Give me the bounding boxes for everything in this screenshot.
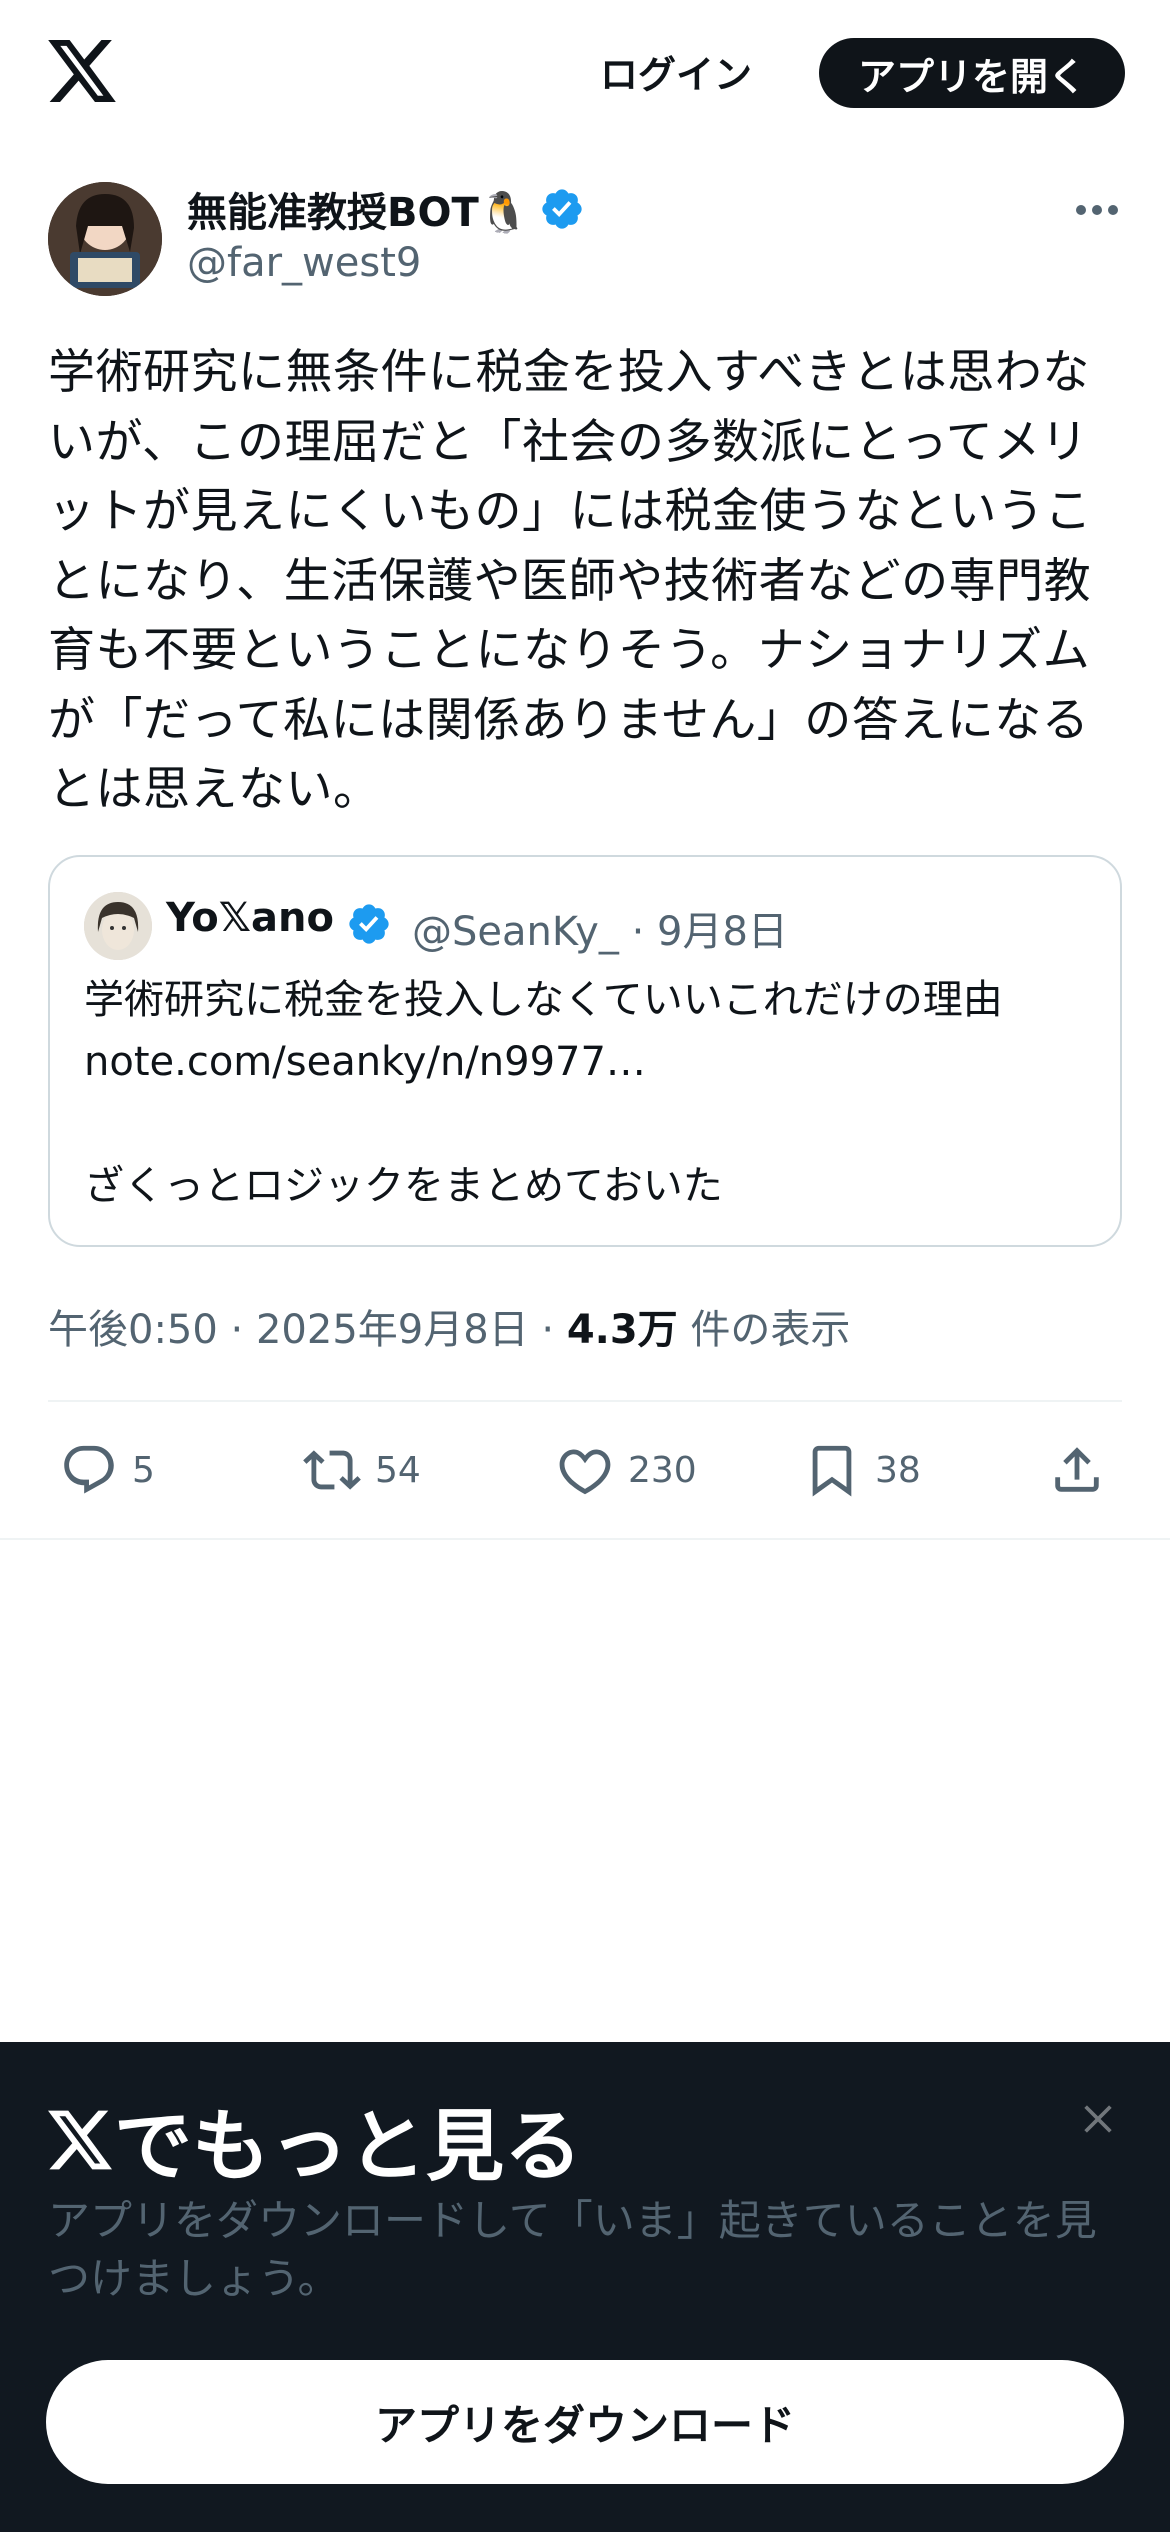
open-app-button[interactable]: アプリを開く — [819, 38, 1125, 108]
quote-date: · 9月8日 — [631, 909, 788, 955]
action-bar: 5 54 230 38 — [0, 1402, 1170, 1538]
retweet-count: 54 — [375, 1449, 421, 1491]
sheet-description: アプリをダウンロードして「いま」起きていることを見つけましょう。 — [48, 2196, 1097, 2303]
bookmark-count: 38 — [875, 1449, 921, 1491]
author-name[interactable]: 無能准教授BOT🐧 — [187, 180, 529, 238]
quote-text: 学術研究に税金を投入しなくていいこれだけの理由 note.com/seanky/… — [84, 969, 1094, 1217]
quote-verified-badge-icon — [349, 904, 389, 944]
author-handle[interactable]: @far_west9 — [187, 240, 421, 286]
x-logo-icon — [48, 2110, 112, 2170]
more-options-icon[interactable] — [1075, 200, 1119, 220]
top-bar: ログイン アプリを開く — [0, 0, 1170, 145]
share-icon — [1055, 1447, 1099, 1492]
close-icon[interactable] — [1076, 2097, 1120, 2141]
like-button[interactable]: 230 — [556, 1440, 697, 1500]
sheet-title: でもっと見る — [48, 2084, 582, 2196]
quote-link[interactable]: note.com/seanky/n/n9977… — [84, 1031, 1094, 1093]
verified-badge-icon — [541, 189, 582, 229]
quote-line: ざくっとロジックをまとめておいた — [84, 1163, 723, 1209]
quote-author-name: Yo𝕏ano — [166, 895, 334, 941]
bookmark-icon — [812, 1445, 852, 1497]
quoted-tweet-card[interactable]: Yo𝕏ano @SeanKy_ · 9月8日 学術研究に税金を投入しなくていいこ… — [48, 855, 1122, 1247]
views-count: 4.3万 — [566, 1307, 678, 1353]
retweet-icon — [303, 1450, 361, 1490]
tweet-timestamp: 午後0:50 · 2025年9月8日 · 4.3万 件の表示 — [48, 1297, 850, 1355]
tweet-text: 学術研究に無条件に税金を投入すべきとは思わないが、この理屈だと「社会の多数派にと… — [48, 345, 1093, 817]
author-name-row[interactable]: 無能准教授BOT🐧 — [187, 180, 585, 238]
quote-author-handle: @SeanKy_ — [412, 909, 619, 955]
tweet-time[interactable]: 午後0:50 · 2025年9月8日 · — [48, 1307, 567, 1353]
app-promo-sheet: でもっと見る アプリをダウンロードして「いま」起きていることを見つけましょう。 … — [0, 2042, 1170, 2532]
quote-line — [84, 1093, 1094, 1155]
author-avatar[interactable] — [48, 182, 162, 296]
quote-line: 学術研究に税金を投入しなくていいこれだけの理由 — [84, 977, 1003, 1023]
heart-icon — [559, 1449, 611, 1495]
retweet-button[interactable]: 54 — [303, 1440, 421, 1500]
quote-author-avatar[interactable] — [84, 892, 152, 960]
x-logo-icon[interactable] — [48, 40, 116, 102]
bookmark-button[interactable]: 38 — [803, 1440, 921, 1500]
reply-icon — [64, 1445, 114, 1494]
views-label: 件の表示 — [677, 1307, 851, 1353]
reply-count: 5 — [132, 1449, 155, 1491]
reply-button[interactable]: 5 — [60, 1440, 155, 1500]
quote-meta: @SeanKy_ · 9月8日 — [412, 899, 788, 957]
like-count: 230 — [628, 1449, 697, 1491]
share-button[interactable] — [1048, 1440, 1106, 1500]
login-link[interactable]: ログイン — [600, 44, 752, 99]
download-app-button[interactable]: アプリをダウンロード — [46, 2360, 1124, 2484]
sheet-title-text: でもっと見る — [114, 2102, 583, 2192]
divider — [0, 1538, 1170, 1540]
